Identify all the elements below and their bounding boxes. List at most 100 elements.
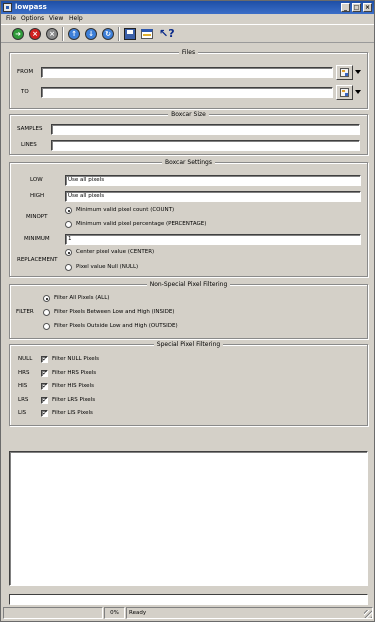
files-group: Files FROM TO — [9, 49, 368, 109]
from-dropdown-arrow-icon[interactable] — [355, 70, 361, 74]
boxcar-size-title: Boxcar Size — [168, 111, 209, 118]
from-input[interactable] — [41, 67, 333, 78]
history-up-button[interactable]: ↑ — [67, 27, 81, 41]
filter-null-checkbox[interactable]: ✓ — [41, 356, 48, 363]
status-progress-percent: 0% — [104, 607, 125, 619]
replacement-null-label[interactable]: Pixel value Null (NULL) — [76, 264, 138, 270]
to-input[interactable] — [41, 87, 333, 98]
minimize-button[interactable]: _ — [341, 3, 350, 12]
filter-outside-radio[interactable] — [43, 323, 50, 330]
replacement-null-radio[interactable] — [65, 264, 72, 271]
filter-inside-label[interactable]: Filter Pixels Between Low and High (INSI… — [54, 309, 174, 315]
replacement-center-radio[interactable] — [65, 249, 72, 256]
down-icon: ↓ — [85, 28, 97, 40]
from-label: FROM — [17, 69, 34, 75]
reload-icon: ↻ — [102, 28, 114, 40]
filter-label: FILTER — [16, 309, 34, 315]
samples-label: SAMPLES — [17, 126, 43, 132]
file-browse-icon — [340, 68, 349, 77]
filter-outside-label[interactable]: Filter Pixels Outside Low and High (OUTS… — [54, 323, 178, 329]
menu-view[interactable]: View — [49, 15, 63, 22]
reset-icon: × — [46, 28, 58, 40]
command-line-input[interactable] — [9, 594, 368, 605]
replacement-label: REPLACEMENT — [17, 257, 58, 263]
menu-options[interactable]: Options — [21, 15, 44, 22]
filter-null-label[interactable]: Filter NULL Pixels — [52, 356, 99, 362]
stop-icon: × — [29, 28, 41, 40]
up-icon: ↑ — [68, 28, 80, 40]
status-progress-bar — [3, 607, 103, 619]
special-filtering-group: Special Pixel Filtering NULL ✓ Filter NU… — [9, 341, 368, 426]
reset-button[interactable]: × — [45, 27, 59, 41]
filter-hrs-checkbox[interactable]: ✓ — [41, 370, 48, 377]
hrs-row-label: HRS — [18, 370, 30, 376]
filter-hrs-label[interactable]: Filter HRS Pixels — [52, 370, 96, 376]
run-button[interactable]: ➜ — [11, 27, 25, 41]
filter-lis-label[interactable]: Filter LIS Pixels — [52, 410, 93, 416]
special-title: Special Pixel Filtering — [153, 341, 224, 348]
filter-inside-radio[interactable] — [43, 309, 50, 316]
status-bar: 0% Ready — [3, 607, 373, 619]
status-message: Ready — [126, 607, 373, 619]
low-input[interactable]: Use all pixels — [65, 175, 361, 186]
window-title: lowpass — [15, 3, 47, 11]
filter-lis-checkbox[interactable]: ✓ — [41, 410, 48, 417]
minopt-percentage-radio[interactable] — [65, 221, 72, 228]
reload-button[interactable]: ↻ — [101, 27, 115, 41]
save-icon — [124, 28, 136, 40]
lis-row-label: LIS — [18, 410, 27, 416]
whats-this-button[interactable]: ↖? — [159, 27, 175, 41]
filter-all-label[interactable]: Filter All Pixels (ALL) — [54, 295, 109, 301]
save-button[interactable] — [123, 27, 137, 41]
minopt-label: MINOPT — [26, 214, 48, 220]
file-browse-icon — [340, 88, 349, 97]
to-dropdown-arrow-icon[interactable] — [355, 90, 361, 94]
from-browse-button[interactable] — [336, 65, 353, 80]
help-pointer-icon: ↖? — [159, 27, 175, 40]
lowpass-window: lowpass _ □ × File Options View Help ➜ ×… — [0, 0, 375, 622]
history-down-button[interactable]: ↓ — [84, 27, 98, 41]
toolbar-separator — [62, 27, 64, 41]
menu-help[interactable]: Help — [69, 15, 83, 22]
boxcar-settings-title: Boxcar Settings — [161, 159, 215, 166]
filter-lrs-checkbox[interactable]: ✓ — [41, 397, 48, 404]
replacement-center-label[interactable]: Center pixel value (CENTER) — [76, 249, 154, 255]
app-icon — [3, 3, 12, 12]
filter-his-label[interactable]: Filter HIS Pixels — [52, 383, 94, 389]
toolbar-separator — [118, 27, 120, 41]
minimum-input[interactable]: 1 — [65, 234, 361, 245]
null-row-label: NULL — [18, 356, 33, 362]
samples-input[interactable] — [51, 124, 360, 135]
resize-grip-icon[interactable] — [364, 610, 372, 618]
files-group-title: Files — [178, 49, 199, 56]
maximize-button[interactable]: □ — [352, 3, 361, 12]
boxcar-settings-group: Boxcar Settings LOW Use all pixels HIGH … — [9, 159, 368, 277]
menu-file[interactable]: File — [6, 15, 16, 22]
run-icon: ➜ — [12, 28, 24, 40]
non-special-filtering-group: Non-Special Pixel Filtering FILTER Filte… — [9, 281, 368, 339]
his-row-label: HIS — [18, 383, 28, 389]
window-button[interactable] — [140, 27, 154, 41]
low-label: LOW — [30, 177, 43, 183]
close-button[interactable]: × — [363, 3, 372, 12]
to-label: TO — [21, 89, 29, 95]
filter-all-radio[interactable] — [43, 295, 50, 302]
toolbar: ➜ × × ↑ ↓ ↻ ↖? — [1, 24, 374, 43]
stop-button[interactable]: × — [28, 27, 42, 41]
title-bar: lowpass _ □ × — [1, 1, 374, 14]
lines-input[interactable] — [51, 140, 360, 151]
lrs-row-label: LRS — [18, 397, 29, 403]
minopt-count-label[interactable]: Minimum valid pixel count (COUNT) — [76, 207, 174, 213]
menu-bar: File Options View Help — [1, 14, 374, 24]
minopt-percentage-label[interactable]: Minimum valid pixel percentage (PERCENTA… — [76, 221, 206, 227]
to-browse-button[interactable] — [336, 85, 353, 100]
filter-his-checkbox[interactable]: ✓ — [41, 383, 48, 390]
log-output-area[interactable] — [9, 451, 368, 586]
lines-label: LINES — [21, 142, 37, 148]
window-icon — [141, 29, 153, 39]
filter-lrs-label[interactable]: Filter LRS Pixels — [52, 397, 95, 403]
non-special-title: Non-Special Pixel Filtering — [146, 281, 231, 288]
minimum-label: MINIMUM — [24, 236, 50, 242]
high-input[interactable]: Use all pixels — [65, 191, 361, 202]
minopt-count-radio[interactable] — [65, 207, 72, 214]
